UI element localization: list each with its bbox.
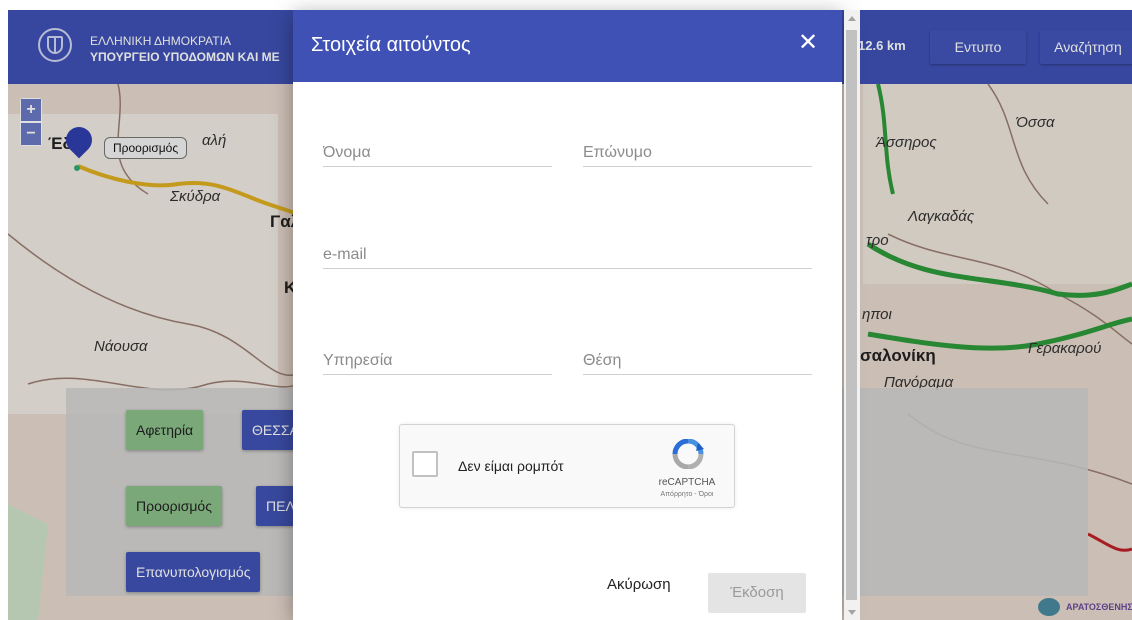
recaptcha-widget: Δεν είμαι ρομπότ reCAPTCHA Απόρρητο - Όρ… — [399, 424, 735, 508]
cancel-button[interactable]: Ακύρωση — [607, 576, 671, 593]
modal-header: Στοιχεία αιτούντος ✕ — [293, 10, 842, 82]
modal-title: Στοιχεία αιτούντος — [311, 34, 471, 56]
scrollbar-thumb[interactable] — [846, 30, 857, 600]
recaptcha-checkbox[interactable] — [412, 451, 438, 477]
service-field[interactable] — [323, 352, 552, 375]
scroll-up-arrow-icon[interactable] — [848, 16, 856, 21]
recaptcha-brand: reCAPTCHA — [658, 477, 716, 488]
position-field[interactable] — [583, 352, 812, 375]
last-name-field[interactable] — [583, 144, 812, 167]
recaptcha-terms-link[interactable]: Απόρρητο - Όροι — [648, 491, 726, 498]
recaptcha-label: Δεν είμαι ρομπότ — [458, 458, 564, 474]
first-name-field[interactable] — [323, 144, 552, 167]
scroll-down-arrow-icon[interactable] — [848, 610, 856, 615]
email-field[interactable] — [323, 246, 812, 269]
recaptcha-logo-icon — [672, 439, 704, 469]
scrollbar[interactable] — [844, 10, 860, 620]
close-icon[interactable]: ✕ — [798, 30, 818, 56]
issue-button[interactable]: Έκδοση — [708, 573, 806, 613]
applicant-modal: Στοιχεία αιτούντος ✕ Δεν είμαι ρομπότ re… — [293, 10, 842, 620]
